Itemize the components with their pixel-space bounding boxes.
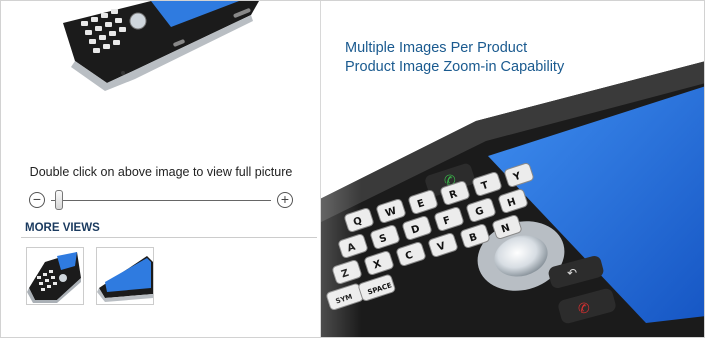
feature-zoom-capability: Product Image Zoom-in Capability (345, 59, 565, 75)
zoom-hint-text: Double click on above image to view full… (29, 165, 293, 179)
product-showcase: ✆ ✆ ↶ QWERTYASDFGHZXCVBNSYMSPACE (0, 0, 705, 338)
zoom-control: − + (27, 189, 293, 213)
more-views-divider (21, 237, 317, 238)
product-image-panel: Double click on above image to view full… (1, 1, 321, 337)
panel-divider (320, 1, 321, 337)
thumbnail-view-1[interactable] (26, 247, 84, 305)
feature-list: Multiple Images Per Product Product Imag… (345, 39, 564, 77)
thumbnail-view-2[interactable] (96, 247, 154, 305)
zoom-slider-handle[interactable] (55, 190, 63, 210)
more-views-heading: MORE VIEWS (25, 222, 100, 234)
zoom-slider-track[interactable] (51, 200, 271, 201)
zoom-in-button[interactable]: + (277, 192, 293, 208)
feature-multiple-images: Multiple Images Per Product (345, 40, 528, 56)
main-product-image[interactable] (1, 1, 321, 151)
zoom-out-button[interactable]: − (29, 192, 45, 208)
